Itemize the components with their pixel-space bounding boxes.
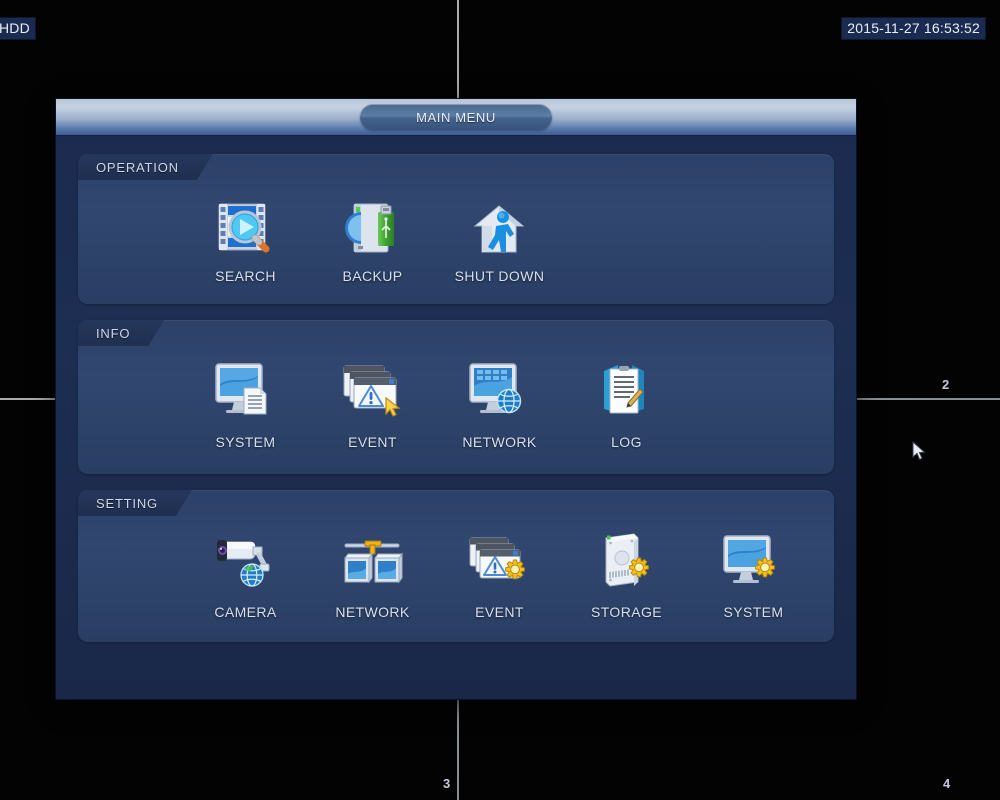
menu-item-setting-system[interactable]: SYSTEM bbox=[690, 526, 817, 620]
menu-item-label: CAMERA bbox=[182, 604, 309, 620]
menu-item-label: SHUT DOWN bbox=[436, 268, 563, 284]
drive-usb-icon bbox=[309, 190, 436, 262]
monitor-globe-icon bbox=[436, 356, 563, 428]
menu-item-setting-event[interactable]: EVENT bbox=[436, 526, 563, 620]
section-header-setting: SETTING bbox=[78, 490, 192, 516]
main-menu-dialog: MAIN MENU OPERATION bbox=[56, 99, 856, 699]
dual-monitor-link-icon bbox=[309, 526, 436, 598]
dialog-title: MAIN MENU bbox=[360, 104, 552, 130]
setting-icon-row: CAMERA bbox=[78, 490, 834, 636]
film-search-icon bbox=[182, 190, 309, 262]
hdd-status-badge: HDD bbox=[0, 18, 35, 39]
menu-item-backup[interactable]: BACKUP bbox=[309, 190, 436, 284]
menu-item-label: LOG bbox=[563, 434, 690, 450]
menu-item-label: EVENT bbox=[309, 434, 436, 450]
menu-item-label: SEARCH bbox=[182, 268, 309, 284]
section-info: INFO bbox=[78, 320, 834, 474]
channel-number-4: 4 bbox=[943, 776, 950, 791]
timestamp-badge: 2015-11-27 16:53:52 bbox=[842, 18, 985, 39]
menu-item-label: STORAGE bbox=[563, 604, 690, 620]
channel-number-2: 2 bbox=[942, 377, 949, 392]
menu-item-setting-camera[interactable]: CAMERA bbox=[182, 526, 309, 620]
menu-item-label: BACKUP bbox=[309, 268, 436, 284]
dialog-titlebar: MAIN MENU bbox=[56, 99, 856, 136]
menu-item-label: NETWORK bbox=[309, 604, 436, 620]
menu-item-label: SYSTEM bbox=[182, 434, 309, 450]
menu-item-info-log[interactable]: LOG bbox=[563, 356, 690, 450]
window-warning-icon bbox=[309, 356, 436, 428]
monitor-gear-icon bbox=[690, 526, 817, 598]
menu-item-info-network[interactable]: NETWORK bbox=[436, 356, 563, 450]
menu-item-label: EVENT bbox=[436, 604, 563, 620]
menu-item-setting-storage[interactable]: STORAGE bbox=[563, 526, 690, 620]
menu-item-info-event[interactable]: EVENT bbox=[309, 356, 436, 450]
menu-item-info-system[interactable]: SYSTEM bbox=[182, 356, 309, 450]
menu-item-setting-network[interactable]: NETWORK bbox=[309, 526, 436, 620]
menu-item-shut-down[interactable]: SHUT DOWN bbox=[436, 190, 563, 284]
folder-clipboard-icon bbox=[563, 356, 690, 428]
house-exit-icon bbox=[436, 190, 563, 262]
channel-number-3: 3 bbox=[443, 776, 450, 791]
section-setting: SETTING bbox=[78, 490, 834, 642]
monitor-document-icon bbox=[182, 356, 309, 428]
bullet-camera-globe-icon bbox=[182, 526, 309, 598]
dialog-body: OPERATION bbox=[56, 136, 856, 642]
menu-item-search[interactable]: SEARCH bbox=[182, 190, 309, 284]
info-icon-row: SYSTEM bbox=[78, 320, 834, 466]
hard-disk-gear-icon bbox=[563, 526, 690, 598]
mouse-pointer-icon bbox=[912, 441, 926, 461]
menu-item-label: NETWORK bbox=[436, 434, 563, 450]
menu-item-label: SYSTEM bbox=[690, 604, 817, 620]
section-operation: OPERATION bbox=[78, 154, 834, 304]
section-header-operation: OPERATION bbox=[78, 154, 213, 180]
window-warning-gear-icon bbox=[436, 526, 563, 598]
